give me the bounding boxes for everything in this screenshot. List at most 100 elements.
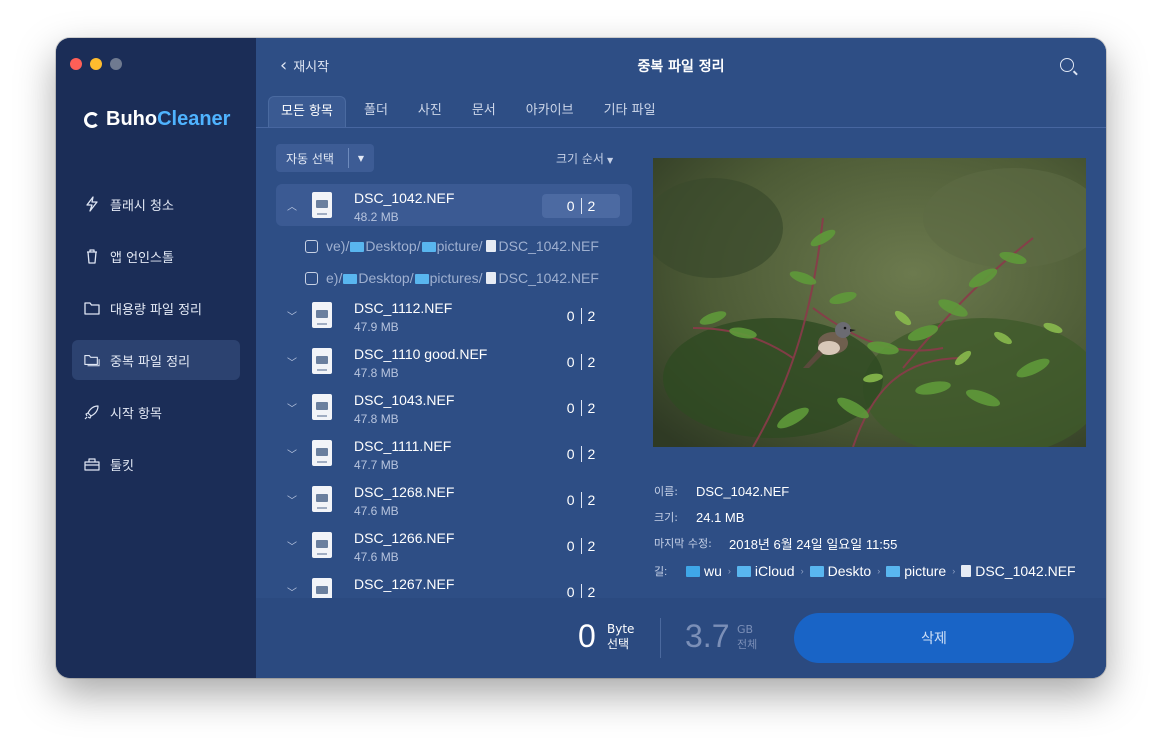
chevron-right-icon: › (800, 566, 804, 576)
brand-name-part2: Cleaner (157, 108, 231, 130)
duplicate-path-row[interactable]: ve)/ Desktop/picture/DSC_1042.NEF (276, 230, 632, 262)
path-segment: pictures/ (429, 270, 483, 286)
path-segment[interactable]: DSC_1042.NEF (961, 563, 1076, 579)
chevron-down-icon[interactable]: ﹀ (286, 538, 298, 553)
selected-size-unit: Byte 선택 (607, 622, 634, 652)
search-icon[interactable] (1060, 58, 1074, 72)
caret-down-icon[interactable]: ▼ (349, 154, 373, 163)
detail-modified-value: 2018년 6월 24일 일요일 11:55 (729, 536, 898, 552)
sort-dropdown[interactable]: 크기 순서 ▼ (556, 150, 613, 167)
image-file-icon (312, 440, 332, 466)
brand-name-part1: Buho (106, 108, 158, 130)
selected-unit: Byte (607, 622, 635, 636)
sidebar-item-app-uninstall[interactable]: 앱 언인스톨 (72, 236, 240, 276)
selected-caption: 선택 (607, 637, 630, 651)
file-details: 이름: DSC_1042.NEF 크기: 24.1 MB 마지막 수정: 201… (654, 478, 1094, 586)
chevron-down-icon[interactable]: ﹀ (286, 308, 298, 323)
chevron-down-icon[interactable]: ﹀ (286, 354, 298, 369)
selected-count: 0 (566, 446, 575, 462)
selection-count: 02 (542, 396, 620, 420)
chevron-up-icon[interactable]: ︿ (286, 198, 298, 213)
path-prefix: ve)/ (326, 238, 350, 254)
file-name: DSC_1111.NEF (354, 438, 452, 454)
count-divider (580, 538, 582, 554)
tab-divider (256, 127, 1106, 128)
sidebar-item-label: 툴킷 (110, 458, 134, 474)
file-group-row[interactable]: ﹀ DSC_1043.NEF 47.8 MB 02 (276, 386, 632, 432)
path-segment-label: picture (904, 563, 947, 579)
file-name: DSC_1110 good.NEF (354, 346, 488, 362)
sidebar: BuhoCleaner 플래시 청소 앱 언인스톨 대용량 파일 정리 중복 파… (56, 38, 256, 678)
path-segment[interactable]: wu (686, 563, 722, 579)
file-name: DSC_1043.NEF (354, 392, 455, 408)
chevron-down-icon[interactable]: ﹀ (286, 492, 298, 507)
path-segment[interactable]: picture (886, 563, 946, 579)
file-group-row[interactable]: ︿ DSC_1042.NEF 48.2 MB 02 (276, 184, 632, 226)
file-size: 47.6 MB (354, 550, 399, 564)
path-prefix: e)/ (326, 270, 343, 286)
tab-all-items[interactable]: 모든 항목 (268, 96, 346, 128)
image-file-icon (312, 578, 332, 598)
folder-icon (809, 565, 824, 577)
selected-count: 0 (566, 492, 575, 508)
file-icon (961, 565, 972, 577)
chevron-down-icon[interactable]: ﹀ (286, 584, 298, 598)
selection-count: 02 (542, 580, 620, 598)
folder-icon (414, 274, 429, 284)
zoom-button[interactable] (110, 58, 122, 70)
selected-count: 0 (566, 538, 575, 554)
sidebar-item-large-files[interactable]: 대용량 파일 정리 (72, 288, 240, 328)
path-checkbox[interactable] (305, 240, 318, 253)
file-group-row[interactable]: ﹀ DSC_1266.NEF 47.6 MB 02 (276, 524, 632, 570)
sidebar-item-startup[interactable]: 시작 항목 (72, 392, 240, 432)
count-divider (580, 446, 582, 462)
tab-photos[interactable]: 사진 (406, 96, 454, 127)
chevron-down-icon[interactable]: ﹀ (286, 400, 298, 415)
delete-button[interactable]: 삭제 (794, 613, 1074, 663)
file-group-row[interactable]: ﹀ DSC_1268.NEF 47.6 MB 02 (276, 478, 632, 524)
selection-count: 02 (542, 304, 620, 328)
path-segment[interactable]: Deskto (809, 563, 871, 579)
close-button[interactable] (70, 58, 82, 70)
chevron-right-icon: › (877, 566, 881, 576)
sidebar-item-duplicate-files[interactable]: 중복 파일 정리 (72, 340, 240, 380)
chevron-down-icon[interactable]: ﹀ (286, 446, 298, 461)
brand-name: BuhoCleaner (106, 108, 230, 131)
path-checkbox[interactable] (305, 272, 318, 285)
path-segment: Desktop/ (358, 270, 414, 286)
minimize-button[interactable] (90, 58, 102, 70)
image-file-icon (312, 394, 332, 420)
total-caption: 전체 (737, 638, 758, 651)
tab-documents[interactable]: 문서 (460, 96, 508, 127)
file-name: DSC_1042.NEF (354, 190, 455, 206)
file-icon (485, 240, 496, 252)
auto-select-dropdown[interactable]: 자동 선택 ▼ (276, 144, 374, 172)
file-name: DSC_1266.NEF (354, 530, 455, 546)
file-group-row[interactable]: ﹀ DSC_1267.NEF 02 (276, 570, 632, 598)
count-divider (580, 198, 582, 214)
file-name: DSC_1112.NEF (354, 300, 453, 316)
detail-label: 이름: (654, 485, 678, 498)
sidebar-item-label: 앱 언인스톨 (110, 250, 174, 266)
total-size-unit: GB 전체 (737, 622, 757, 652)
sidebar-item-flash-clean[interactable]: 플래시 청소 (72, 184, 240, 224)
folder-icon (886, 565, 901, 577)
total-count: 2 (587, 446, 596, 462)
footer-divider (660, 618, 661, 658)
tab-other-files[interactable]: 기타 파일 (592, 96, 668, 127)
tab-folders[interactable]: 폴더 (352, 96, 400, 127)
file-size: 47.6 MB (354, 504, 399, 518)
total-unit: GB (737, 623, 754, 636)
sidebar-item-toolkit[interactable]: 툴킷 (72, 444, 240, 484)
lightning-icon (84, 196, 100, 212)
file-group-row[interactable]: ﹀ DSC_1112.NEF 47.9 MB 02 (276, 294, 632, 340)
duplicate-path: ve)/ Desktop/picture/DSC_1042.NEF (326, 238, 599, 254)
sidebar-item-label: 중복 파일 정리 (110, 354, 191, 370)
path-segment[interactable]: iCloud (736, 563, 795, 579)
sidebar-item-label: 대용량 파일 정리 (110, 302, 202, 318)
rocket-icon (84, 404, 100, 420)
file-group-row[interactable]: ﹀ DSC_1111.NEF 47.7 MB 02 (276, 432, 632, 478)
tab-archives[interactable]: 아카이브 (514, 96, 586, 127)
duplicate-path-row[interactable]: e)/ Desktop/pictures/DSC_1042.NEF (276, 262, 632, 294)
file-group-row[interactable]: ﹀ DSC_1110 good.NEF 47.8 MB 02 (276, 340, 632, 386)
